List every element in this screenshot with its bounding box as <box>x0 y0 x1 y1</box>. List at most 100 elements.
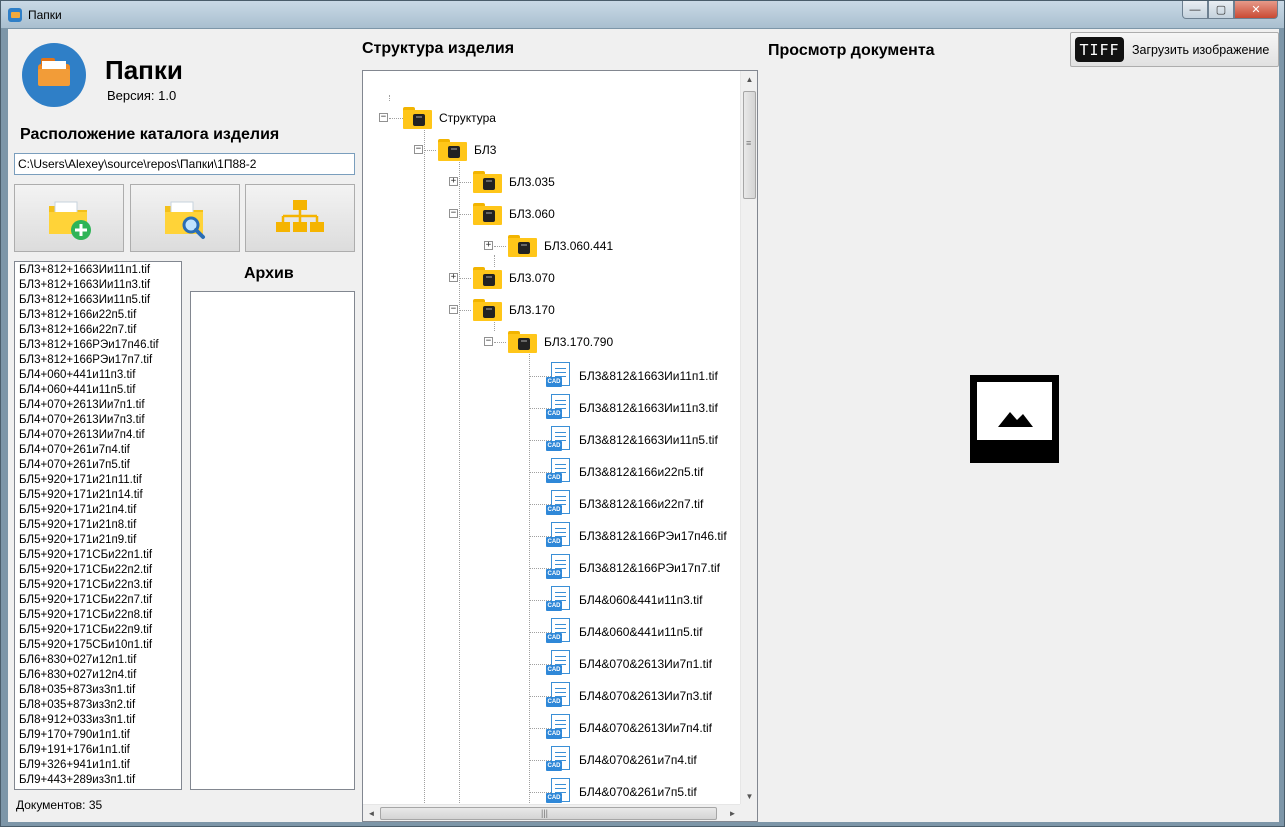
structure-tree[interactable]: − Структура − БЛ3 + БЛ3.035 − БЛ3.060 + … <box>362 70 758 822</box>
tree-file-node[interactable]: CAD БЛ3&812&166РЭи17п46.tif <box>546 522 727 549</box>
expand-icon[interactable]: + <box>449 177 458 186</box>
tree-folder-bl3-060-441[interactable]: + БЛ3.060.441 <box>484 233 613 259</box>
tree-file-node[interactable]: CAD БЛ4&060&441и11п3.tif <box>546 586 702 613</box>
tree-file-node[interactable]: CAD БЛ4&070&261и7п5.tif <box>546 778 697 805</box>
archive-list[interactable] <box>190 291 355 790</box>
list-item[interactable]: БЛ3+812+166РЭи17п46.tif <box>19 338 181 353</box>
tree-folder-root[interactable]: − Структура <box>379 105 496 131</box>
add-folder-button[interactable] <box>14 184 124 252</box>
tree-folder-bl3-170[interactable]: − БЛ3.170 <box>449 297 555 323</box>
list-item[interactable]: БЛ6+830+027и12п4.tif <box>19 668 181 683</box>
tree-folder-bl3-070[interactable]: + БЛ3.070 <box>449 265 555 291</box>
tree-file-node[interactable]: CAD БЛ4&070&261и7п4.tif <box>546 746 697 774</box>
tree-folder-bl3-035[interactable]: + БЛ3.035 <box>449 169 555 195</box>
collapse-icon[interactable]: − <box>379 113 388 122</box>
list-item[interactable]: БЛ9+326+941и1п1.tif <box>19 758 181 773</box>
tree-file-node[interactable]: CAD БЛ4&070&2613Ии7п4.tif <box>546 714 712 741</box>
tree-folder-bl3[interactable]: − БЛ3 <box>414 137 496 163</box>
list-item[interactable]: БЛ6+830+027и12п1.tif <box>19 653 181 668</box>
list-item[interactable]: БЛ3+812+1663Ии11п1.tif <box>19 263 181 278</box>
expand-icon[interactable]: + <box>484 241 493 250</box>
cad-file-icon: CAD <box>546 618 572 646</box>
tree-guide <box>424 127 425 805</box>
tree-file-node[interactable]: CAD БЛ3&812&166и22п5.tif <box>546 458 703 485</box>
scroll-left-arrow-icon[interactable]: ◄ <box>363 805 380 821</box>
list-item[interactable]: БЛ5+920+171СБи22п2.tif <box>19 563 181 578</box>
tree-label: Структура изделия <box>362 40 515 57</box>
tree-vertical-scrollbar[interactable]: ▲ ≡ ▼ <box>740 71 757 805</box>
list-item[interactable]: БЛ3+812+166и22п7.tif <box>19 323 181 338</box>
list-item[interactable]: БЛ5+920+171и21п8.tif <box>19 518 181 533</box>
list-item[interactable]: БЛ9+170+790и1п1.tif <box>19 728 181 743</box>
cad-file-icon: CAD <box>546 650 572 678</box>
list-item[interactable]: БЛ5+920+171СБи22п1.tif <box>19 548 181 563</box>
scroll-thumb[interactable]: ≡ <box>743 91 756 199</box>
list-item[interactable]: БЛ4+070+2613Ии7п3.tif <box>19 413 181 428</box>
list-item[interactable]: БЛ5+920+171и21п4.tif <box>19 503 181 518</box>
tree-file-node[interactable]: CAD БЛ3&812&1663Ии11п5.tif <box>546 426 718 453</box>
list-item[interactable]: БЛ8+035+873из3п2.tif <box>19 698 181 713</box>
collapse-icon[interactable]: − <box>484 337 493 346</box>
tree-file-node[interactable]: CAD БЛ4&070&2613Ии7п1.tif <box>546 650 712 678</box>
list-item[interactable]: БЛ3+812+1663Ии11п3.tif <box>19 278 181 293</box>
catalog-path-input[interactable] <box>14 153 355 175</box>
list-item[interactable]: БЛ4+070+2613Ии7п4.tif <box>19 428 181 443</box>
list-item[interactable]: БЛ9+191+176и1п1.tif <box>19 743 181 758</box>
scroll-up-arrow-icon[interactable]: ▲ <box>741 71 757 88</box>
list-item[interactable]: БЛ5+920+171СБи22п8.tif <box>19 608 181 623</box>
list-item[interactable]: БЛ5+920+171СБи22п3.tif <box>19 578 181 593</box>
cad-file-icon: CAD <box>546 746 572 774</box>
tree-viewport: − Структура − БЛ3 + БЛ3.035 − БЛ3.060 + … <box>363 71 741 805</box>
list-item[interactable]: БЛ3+812+166РЭи17п7.tif <box>19 353 181 368</box>
list-item[interactable]: БЛ4+060+441и11п5.tif <box>19 383 181 398</box>
list-item[interactable]: БЛ9+443+289из3п1.tif <box>19 773 181 788</box>
tree-horizontal-scrollbar[interactable]: ◄ ||| ► <box>363 804 741 821</box>
search-folder-button[interactable] <box>130 184 240 252</box>
close-button[interactable]: ✕ <box>1234 1 1278 19</box>
cad-tag: CAD <box>546 633 562 643</box>
collapse-icon[interactable]: − <box>449 209 458 218</box>
scroll-grip-icon: ||| <box>541 808 549 818</box>
collapse-icon[interactable]: − <box>414 145 423 154</box>
tree-file-node[interactable]: CAD БЛ3&812&166РЭи17п7.tif <box>546 554 720 581</box>
image-placeholder-icon <box>970 375 1059 463</box>
search-folder-icon <box>165 201 205 239</box>
list-item[interactable]: БЛ5+920+171и21п14.tif <box>19 488 181 503</box>
cad-file-icon: CAD <box>546 682 572 710</box>
document-list[interactable]: БЛ3+812+1663Ии11п1.tif БЛ3+812+1663Ии11п3… <box>14 261 182 790</box>
collapse-icon[interactable]: − <box>449 305 458 314</box>
list-item[interactable]: БЛ5+920+175СБи10п1.tif <box>19 638 181 653</box>
list-item[interactable]: БЛ8+912+033из3п1.tif <box>19 713 181 728</box>
list-item[interactable]: БЛ8+035+873из3п1.tif <box>19 683 181 698</box>
scroll-right-arrow-icon[interactable]: ► <box>724 805 741 821</box>
tree-file-node[interactable]: CAD БЛ4&070&2613Ии7п3.tif <box>546 682 712 710</box>
list-item[interactable]: БЛ5+920+171и21п11.tif <box>19 473 181 488</box>
tree-file-node[interactable]: CAD БЛ3&812&1663Ии11п1.tif <box>546 362 718 389</box>
tree-guide <box>494 245 506 247</box>
tree-file-node[interactable]: CAD БЛ3&812&1663Ии11п3.tif <box>546 394 718 421</box>
list-item[interactable]: БЛ4+070+261и7п5.tif <box>19 458 181 473</box>
list-item[interactable]: БЛ5+920+171СБи22п9.tif <box>19 623 181 638</box>
tree-file-label: БЛ4&060&441и11п5.tif <box>579 625 703 639</box>
title-bar[interactable]: Папки — ▢ ✕ <box>1 1 1284 28</box>
minimize-button[interactable]: — <box>1182 1 1208 19</box>
tree-folder-bl3-060[interactable]: − БЛ3.060 <box>449 201 555 227</box>
list-item[interactable]: БЛ4+070+261и7п4.tif <box>19 443 181 458</box>
scroll-thumb[interactable]: ||| <box>380 807 717 820</box>
cad-tag: CAD <box>546 569 562 579</box>
list-item[interactable]: БЛ5+920+171СБи22п7.tif <box>19 593 181 608</box>
scroll-down-arrow-icon[interactable]: ▼ <box>741 788 757 805</box>
tree-file-node[interactable]: CAD БЛ3&812&166и22п7.tif <box>546 490 703 517</box>
list-item[interactable]: БЛ3+812+166и22п5.tif <box>19 308 181 323</box>
load-image-button[interactable]: TIFF Загрузить изображение <box>1070 32 1279 67</box>
list-item[interactable]: БЛ4+070+2613Ии7п1.tif <box>19 398 181 413</box>
tree-folder-bl3-170-790[interactable]: − БЛ3.170.790 <box>484 329 613 355</box>
tree-file-node[interactable]: CAD БЛ4&060&441и11п5.tif <box>546 618 703 646</box>
app-version: Версия: 1.0 <box>107 88 177 103</box>
list-item[interactable]: БЛ3+812+1663Ии11п5.tif <box>19 293 181 308</box>
list-item[interactable]: БЛ4+060+441и11п3.tif <box>19 368 181 383</box>
maximize-button[interactable]: ▢ <box>1208 1 1234 19</box>
list-item[interactable]: БЛ5+920+171и21п9.tif <box>19 533 181 548</box>
structure-button[interactable] <box>245 184 355 252</box>
expand-icon[interactable]: + <box>449 273 458 282</box>
